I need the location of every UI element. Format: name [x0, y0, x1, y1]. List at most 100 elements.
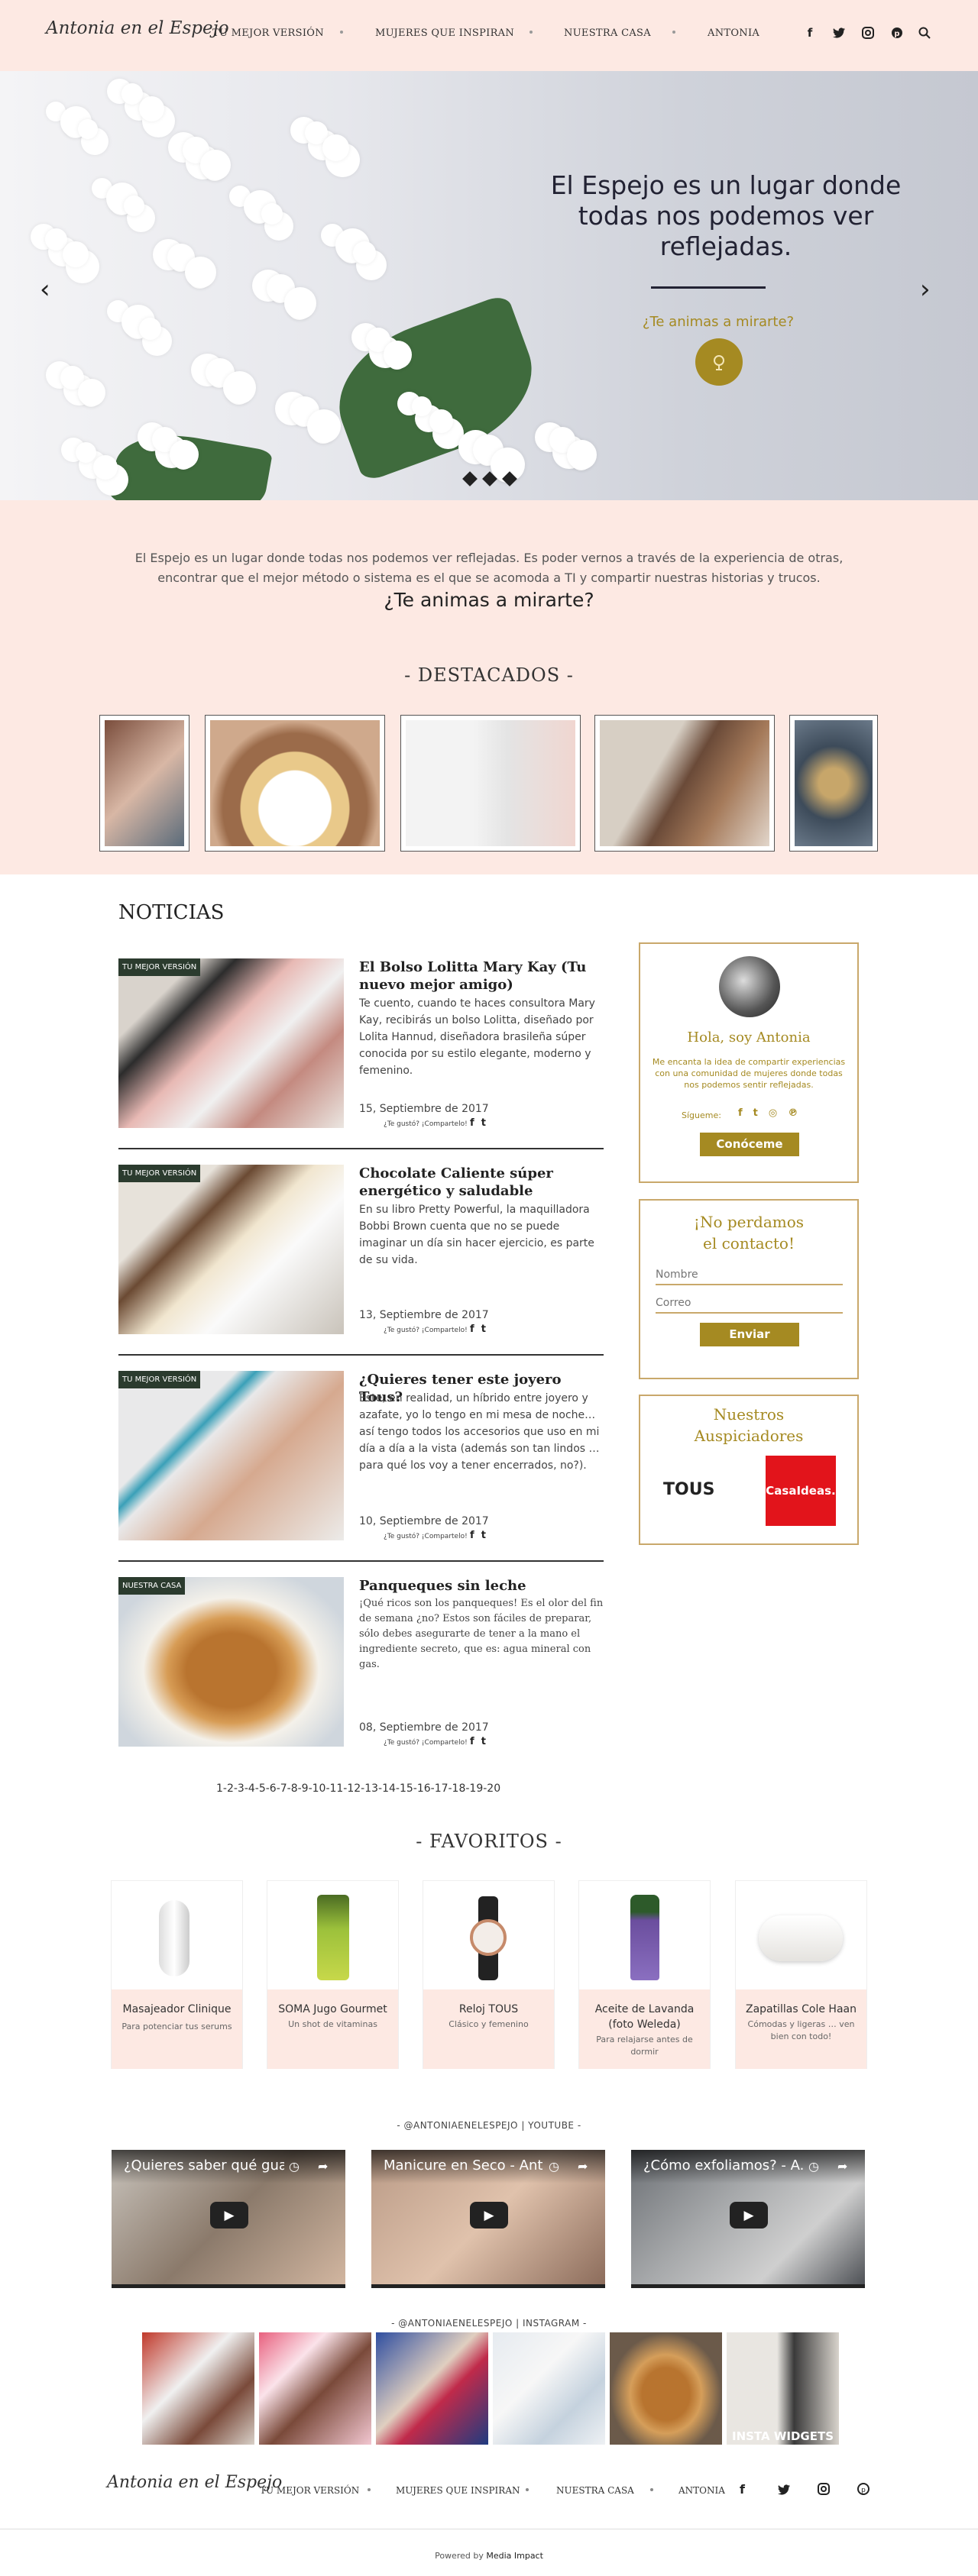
post-excerpt: En su libro Pretty Powerful, la maquilla…: [359, 1204, 594, 1266]
twitter-icon[interactable]: t: [481, 1324, 486, 1335]
twitter-icon[interactable]: t: [753, 1107, 769, 1119]
hero-question[interactable]: ¿Te animas a mirarte?: [604, 314, 833, 330]
facebook-icon[interactable]: f: [470, 1530, 474, 1541]
insta-widgets-label[interactable]: INSTA WIDGETS: [727, 2429, 839, 2443]
slider-prev-icon[interactable]: ‹: [40, 274, 50, 305]
pinterest-icon[interactable]: ℗: [788, 1107, 808, 1119]
favorite-card[interactable]: Reloj TOUS Clásico y femenino: [423, 1880, 555, 2069]
play-icon[interactable]: ▶: [730, 2202, 768, 2229]
share-icons[interactable]: f t: [470, 1530, 486, 1541]
clock-icon[interactable]: ◷: [549, 2159, 559, 2174]
twitter-icon[interactable]: [778, 2484, 790, 2498]
favorites-title: - FAVORITOS -: [416, 1831, 562, 1852]
youtube-video[interactable]: ¿Cómo exfoliamos? - A... ◷ ➦ ▶: [631, 2150, 865, 2287]
share-icon[interactable]: ➦: [578, 2159, 588, 2174]
about-button[interactable]: Conóceme: [700, 1133, 799, 1156]
pinterest-icon[interactable]: p: [889, 25, 905, 40]
instagram-icon[interactable]: [818, 2483, 830, 2498]
slider-dot[interactable]: [462, 471, 478, 486]
favorite-card[interactable]: Zapatillas Cole Haan Cómodas y ligeras ……: [735, 1880, 867, 2069]
post-image[interactable]: [118, 1577, 344, 1747]
footer-nav-mujeres-que-inspiran[interactable]: MUJERES QUE INSPIRAN: [396, 2485, 520, 2496]
instagram-icon[interactable]: ◎: [769, 1107, 788, 1119]
send-button[interactable]: Enviar: [700, 1323, 799, 1346]
footer-nav-tu-mejor-version[interactable]: TU MEJOR VERSIÓN: [260, 2485, 359, 2496]
about-social-icons[interactable]: ft◎℗: [738, 1107, 808, 1119]
favorite-card[interactable]: Aceite de Lavanda (foto Weleda) Para rel…: [578, 1880, 711, 2069]
pagination[interactable]: 1-2-3-4-5-6-7-8-9-10-11-12-13-14-15-16-1…: [216, 1783, 500, 1795]
nav-nuestra-casa[interactable]: NUESTRA CASA: [564, 27, 651, 39]
share-icon[interactable]: ➦: [837, 2159, 847, 2174]
clock-icon[interactable]: ◷: [808, 2159, 819, 2174]
share-icons[interactable]: f t: [470, 1324, 486, 1335]
twitter-icon[interactable]: [831, 25, 847, 40]
twitter-icon[interactable]: t: [481, 1530, 486, 1541]
post-title[interactable]: Panqueques sin leche: [359, 1577, 604, 1595]
favorite-card[interactable]: SOMA Jugo Gourmet Un shot de vitaminas: [267, 1880, 399, 2069]
video-title[interactable]: Manicure en Seco - Ant...: [384, 2157, 544, 2174]
twitter-icon[interactable]: t: [481, 1117, 486, 1129]
name-field[interactable]: [656, 1265, 843, 1285]
product-desc: Para potenciar tus serums: [121, 2022, 232, 2031]
facebook-icon[interactable]: f: [470, 1736, 474, 1747]
youtube-video[interactable]: ¿Quieres saber qué guar... ◷ ➦ ▶: [112, 2150, 345, 2287]
instagram-photo[interactable]: [610, 2332, 722, 2445]
facebook-icon[interactable]: f: [738, 1107, 753, 1119]
post-title[interactable]: Chocolate Caliente súper energético y sa…: [359, 1165, 604, 1200]
featured-card[interactable]: [789, 715, 878, 852]
post-category-tag[interactable]: TU MEJOR VERSIÓN: [118, 1371, 201, 1388]
featured-card[interactable]: [99, 715, 189, 852]
nav-antonia[interactable]: ANTONIA: [708, 27, 759, 39]
post-category-tag[interactable]: NUESTRA CASA: [118, 1577, 186, 1595]
featured-card[interactable]: [594, 715, 775, 852]
play-icon[interactable]: ▶: [470, 2202, 508, 2229]
instagram-photo[interactable]: [142, 2332, 254, 2445]
pinterest-icon[interactable]: p: [857, 2483, 870, 2498]
featured-card[interactable]: [400, 715, 581, 852]
post-excerpt: Te cuento, cuando te haces consultora Ma…: [359, 997, 595, 1077]
featured-card[interactable]: [205, 715, 385, 852]
footer-nav-nuestra-casa[interactable]: NUESTRA CASA: [556, 2485, 634, 2496]
post-image[interactable]: [118, 958, 344, 1128]
clock-icon[interactable]: ◷: [289, 2159, 300, 2174]
nav-mujeres-que-inspiran[interactable]: MUJERES QUE INSPIRAN: [375, 27, 514, 39]
post-title[interactable]: El Bolso Lolitta Mary Kay (Tu nuevo mejo…: [359, 958, 604, 994]
instagram-photo[interactable]: [376, 2332, 488, 2445]
facebook-icon[interactable]: f: [802, 25, 818, 40]
hero-mirror-button[interactable]: [695, 338, 743, 386]
email-field[interactable]: [656, 1294, 843, 1314]
site-logo[interactable]: Antonia en el Espejo: [46, 18, 229, 38]
youtube-video[interactable]: Manicure en Seco - Ant... ◷ ➦ ▶: [371, 2150, 605, 2287]
post-image[interactable]: [118, 1165, 344, 1334]
post-date: 10, Septiembre de 2017: [359, 1515, 489, 1527]
sponsor-casaideas[interactable]: CasaIdeas.: [766, 1456, 836, 1526]
instagram-photo[interactable]: [493, 2332, 605, 2445]
intro-text: El Espejo es un lugar donde todas nos po…: [134, 551, 844, 585]
nav-tu-mejor-version[interactable]: TU MEJOR VERSIÓN: [212, 27, 324, 39]
featured-image: [406, 720, 575, 846]
video-title[interactable]: ¿Cómo exfoliamos? - A...: [643, 2157, 804, 2174]
play-icon[interactable]: ▶: [210, 2202, 248, 2229]
facebook-icon[interactable]: f: [470, 1117, 474, 1129]
share-icons[interactable]: f t: [470, 1736, 486, 1747]
footer-logo[interactable]: Antonia en el Espejo: [107, 2473, 282, 2492]
powered-link[interactable]: Media Impact: [486, 2551, 543, 2561]
search-icon[interactable]: [917, 25, 932, 40]
nav-separator: [368, 2488, 371, 2491]
share-icon[interactable]: ➦: [318, 2159, 328, 2174]
facebook-icon[interactable]: f: [740, 2482, 745, 2497]
twitter-icon[interactable]: t: [481, 1736, 486, 1747]
facebook-icon[interactable]: f: [470, 1324, 474, 1335]
favorite-card[interactable]: Masajeador Clinique Para potenciar tus s…: [111, 1880, 243, 2069]
post-category-tag[interactable]: TU MEJOR VERSIÓN: [118, 958, 201, 976]
post-category-tag[interactable]: TU MEJOR VERSIÓN: [118, 1165, 201, 1182]
instagram-icon[interactable]: [860, 25, 876, 40]
instagram-photo[interactable]: [259, 2332, 371, 2445]
instagram-photo[interactable]: INSTA WIDGETS: [727, 2332, 839, 2445]
footer-nav-antonia[interactable]: ANTONIA: [678, 2485, 725, 2496]
slider-next-icon[interactable]: ›: [920, 274, 931, 305]
video-title[interactable]: ¿Quieres saber qué guar...: [124, 2157, 284, 2174]
sponsor-tous[interactable]: TOUS: [663, 1480, 714, 1499]
post-image[interactable]: [118, 1371, 344, 1540]
share-icons[interactable]: f t: [470, 1117, 486, 1129]
